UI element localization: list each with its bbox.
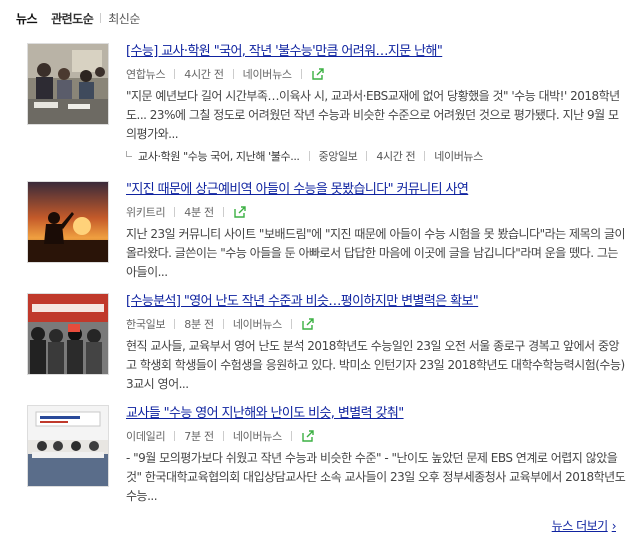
news-thumbnail[interactable]	[27, 181, 109, 263]
news-content: [수능분석] "영어 난도 작년 수준과 비슷…평이하지만 변별력은 확보" 한…	[126, 293, 626, 394]
news-content: 교사들 "수능 영어 지난해와 난이도 비슷, 변별력 갖춰" 이데일리 7분 …	[126, 405, 626, 506]
related-time: 4시간 전	[376, 150, 416, 163]
more-news-label: 뉴스 더보기	[551, 519, 609, 533]
news-summary: 현직 교사들, 교육부서 영어 난도 분석 2018학년도 수능일인 23일 오…	[126, 339, 625, 391]
news-title-link[interactable]: [수능분석] "영어 난도 작년 수준과 비슷…평이하지만 변별력은 확보"	[126, 293, 626, 311]
share-icon[interactable]	[233, 205, 247, 219]
naver-news-link[interactable]: 네이버뉴스	[233, 428, 282, 444]
news-meta: 이데일리 7분 전 네이버뉴스	[126, 428, 626, 444]
meta-divider	[222, 207, 224, 217]
share-icon[interactable]	[311, 67, 325, 81]
related-title-link[interactable]: 교사·학원 "수능 국어, 지난해 '불수...	[138, 148, 300, 164]
meta-divider	[174, 69, 176, 79]
meta-divider	[290, 319, 292, 329]
news-time: 4분 전	[184, 206, 214, 219]
related-news: 교사·학원 "수능 국어, 지난해 '불수... 중앙일보 4시간 전 네이버뉴…	[126, 148, 626, 164]
tab-news[interactable]: 뉴스	[16, 10, 38, 27]
news-summary: "지문 예년보다 길어 시간부족…이육사 시, 교과서·EBS교재에 없어 당황…	[126, 89, 620, 141]
share-icon[interactable]	[301, 317, 315, 331]
news-meta: 연합뉴스 4시간 전 네이버뉴스	[126, 66, 626, 82]
chevron-right-icon: ›	[611, 518, 617, 533]
tab-divider	[100, 13, 102, 23]
naver-news-link[interactable]: 네이버뉴스	[243, 66, 292, 82]
meta-divider	[222, 431, 224, 441]
sort-tabs: 뉴스 관련도순 최신순	[16, 9, 140, 27]
news-source[interactable]: 연합뉴스	[126, 66, 166, 82]
meta-divider	[222, 319, 224, 329]
news-meta: 한국일보 8분 전 네이버뉴스	[126, 316, 626, 332]
naver-news-link[interactable]: 네이버뉴스	[233, 316, 282, 332]
meta-divider	[232, 69, 234, 79]
news-source[interactable]: 위키트리	[126, 204, 166, 220]
news-thumbnail[interactable]	[27, 293, 109, 375]
related-source[interactable]: 중앙일보	[319, 148, 358, 164]
meta-divider	[300, 69, 302, 79]
share-icon[interactable]	[301, 429, 315, 443]
news-source[interactable]: 한국일보	[126, 316, 166, 332]
news-time: 4시간 전	[184, 68, 224, 81]
news-content: "지진 때문에 상근예비역 아들이 수능을 못봤습니다" 커뮤니티 사연 위키트…	[126, 181, 626, 282]
meta-divider	[290, 431, 292, 441]
news-time: 8분 전	[184, 318, 214, 331]
meta-divider	[174, 319, 176, 329]
related-naver-news-link[interactable]: 네이버뉴스	[434, 148, 483, 164]
meta-divider	[424, 151, 426, 161]
news-title-link[interactable]: [수능] 교사·학원 "국어, 작년 '불수능'만큼 어려워…지문 난해"	[126, 43, 626, 61]
meta-divider	[174, 207, 176, 217]
news-source[interactable]: 이데일리	[126, 428, 166, 444]
news-title-link[interactable]: "지진 때문에 상근예비역 아들이 수능을 못봤습니다" 커뮤니티 사연	[126, 181, 626, 199]
meta-divider	[174, 431, 176, 441]
news-meta: 위키트리 4분 전	[126, 204, 626, 220]
related-indent-icon	[126, 151, 132, 157]
meta-divider	[308, 151, 310, 161]
news-thumbnail[interactable]	[27, 405, 109, 487]
more-news-link[interactable]: 뉴스 더보기 ›	[551, 517, 617, 534]
tab-relevance[interactable]: 관련도순	[51, 10, 94, 27]
news-content: [수능] 교사·학원 "국어, 작년 '불수능'만큼 어려워…지문 난해" 연합…	[126, 43, 626, 164]
news-summary: 지난 23일 커뮤니티 사이트 "보배드림"에 "지진 때문에 아들이 수능 시…	[126, 227, 626, 279]
meta-divider	[366, 151, 368, 161]
news-title-link[interactable]: 교사들 "수능 영어 지난해와 난이도 비슷, 변별력 갖춰"	[126, 405, 626, 423]
news-summary: - "9월 모의평가보다 쉬웠고 작년 수능과 비슷한 수준" - "난이도 높…	[126, 451, 626, 503]
news-time: 7분 전	[184, 430, 214, 443]
news-thumbnail[interactable]	[27, 43, 109, 125]
tab-latest[interactable]: 최신순	[108, 10, 140, 27]
